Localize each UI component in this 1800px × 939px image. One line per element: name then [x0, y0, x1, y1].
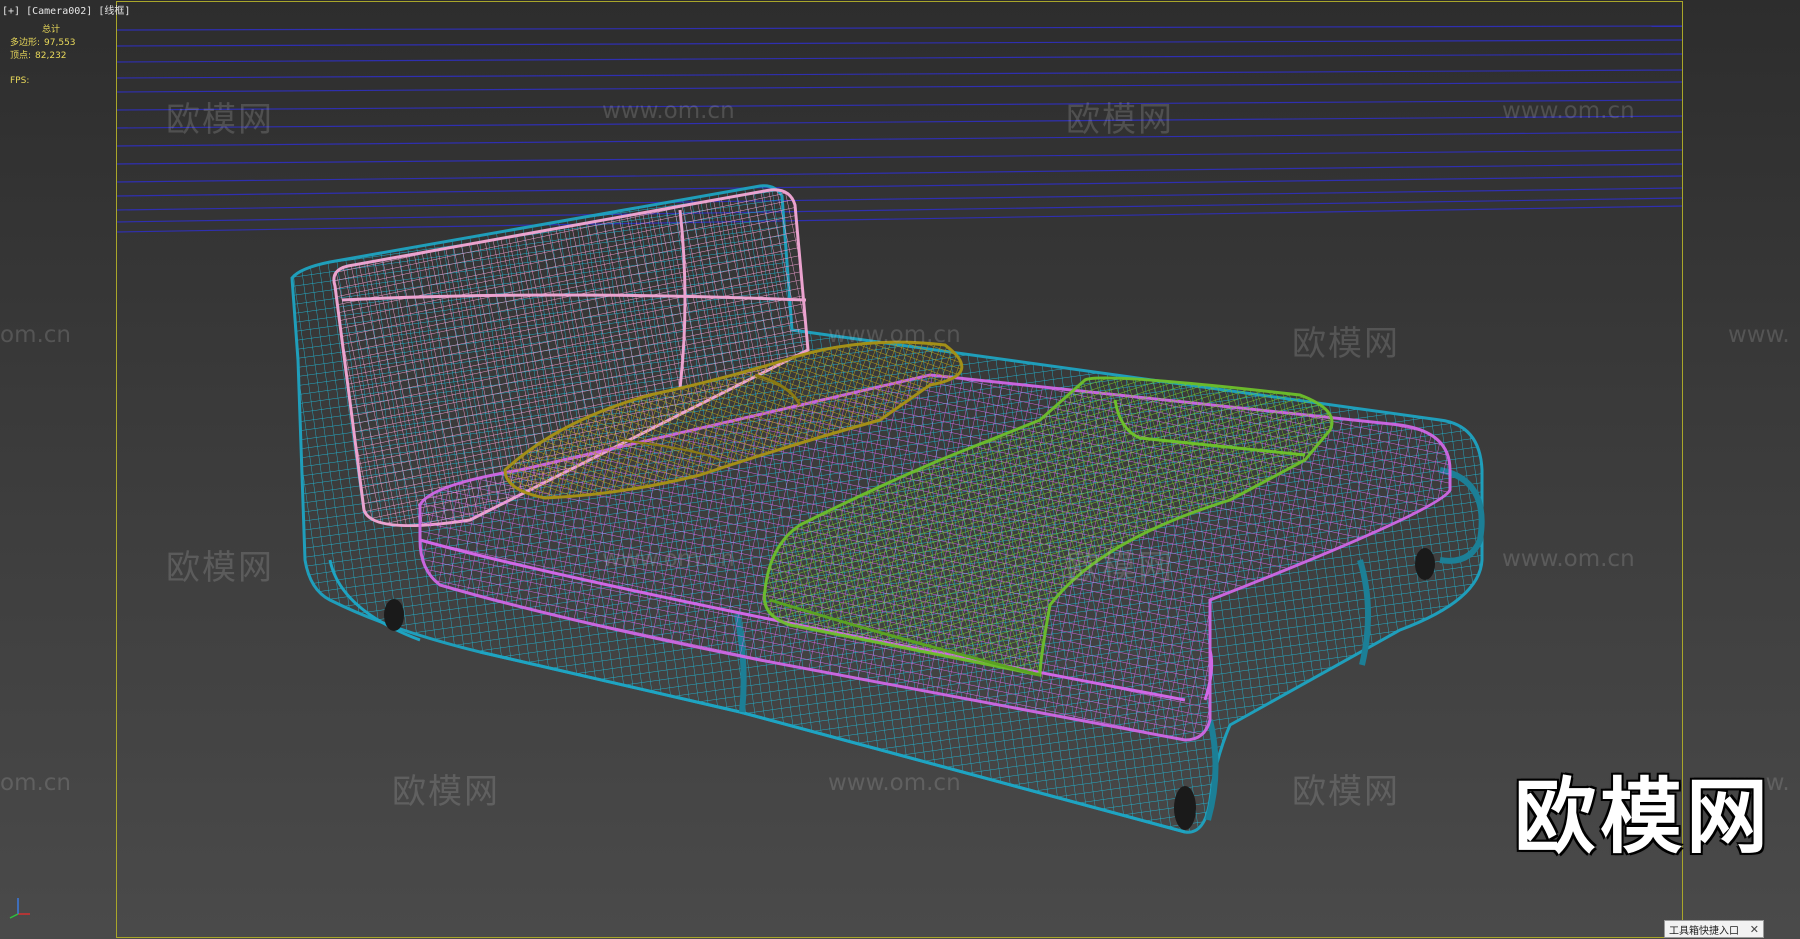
- watermark-url-partial: om.cn: [0, 322, 72, 348]
- watermark-url: www.om.cn: [602, 98, 735, 124]
- watermark-url: www.om.cn: [828, 322, 961, 348]
- vertices-label: 顶点:: [10, 51, 32, 61]
- vertices-value: 82,232: [35, 51, 67, 61]
- watermark-cn: 欧模网: [392, 772, 500, 812]
- watermark-cn: 欧模网: [1066, 100, 1174, 140]
- watermark-cn: 欧模网: [1292, 324, 1400, 364]
- stats-header: 总计: [42, 25, 61, 35]
- polygons-value: 97,553: [44, 38, 76, 48]
- close-icon[interactable]: ✕: [1750, 923, 1759, 936]
- watermark-url: www.om.cn: [1502, 98, 1635, 124]
- scene-statistics: 总计 多边形: 97,553 顶点: 82,232 FPS:: [10, 24, 76, 88]
- watermark-cn: 欧模网: [1066, 548, 1174, 588]
- watermark-cn: 欧模网: [166, 100, 274, 140]
- 3d-viewport[interactable]: 欧模网 www.om.cn 欧模网 www.om.cn om.cn www.om…: [0, 0, 1800, 939]
- axis-tripod-icon: [9, 898, 30, 919]
- horizon-lines: [115, 25, 1684, 233]
- brand-logo: 欧模网: [1514, 770, 1773, 865]
- fps-label: FPS:: [10, 76, 30, 86]
- watermark-url: www.om.cn: [1502, 546, 1635, 572]
- watermark-url: www.om.cn: [828, 770, 961, 796]
- viewport-label[interactable]: [+] [Camera002] [线框]: [2, 2, 130, 17]
- polygons-label: 多边形:: [10, 38, 41, 48]
- watermark-url-partial: om.cn: [0, 770, 72, 796]
- toolbox-label[interactable]: 工具箱快捷入口: [1669, 922, 1739, 937]
- watermark-cn: 欧模网: [166, 548, 274, 588]
- watermark-url: www.om.cn: [602, 546, 735, 572]
- stats-vertices: 顶点: 82,232: [10, 50, 76, 63]
- watermark-cn: 欧模网: [1292, 772, 1400, 812]
- stats-polygons: 多边形: 97,553: [10, 37, 76, 50]
- toolbox-shortcut[interactable]: 工具箱快捷入口 ✕: [1664, 920, 1764, 938]
- watermark-url-partial: www.: [1728, 322, 1790, 348]
